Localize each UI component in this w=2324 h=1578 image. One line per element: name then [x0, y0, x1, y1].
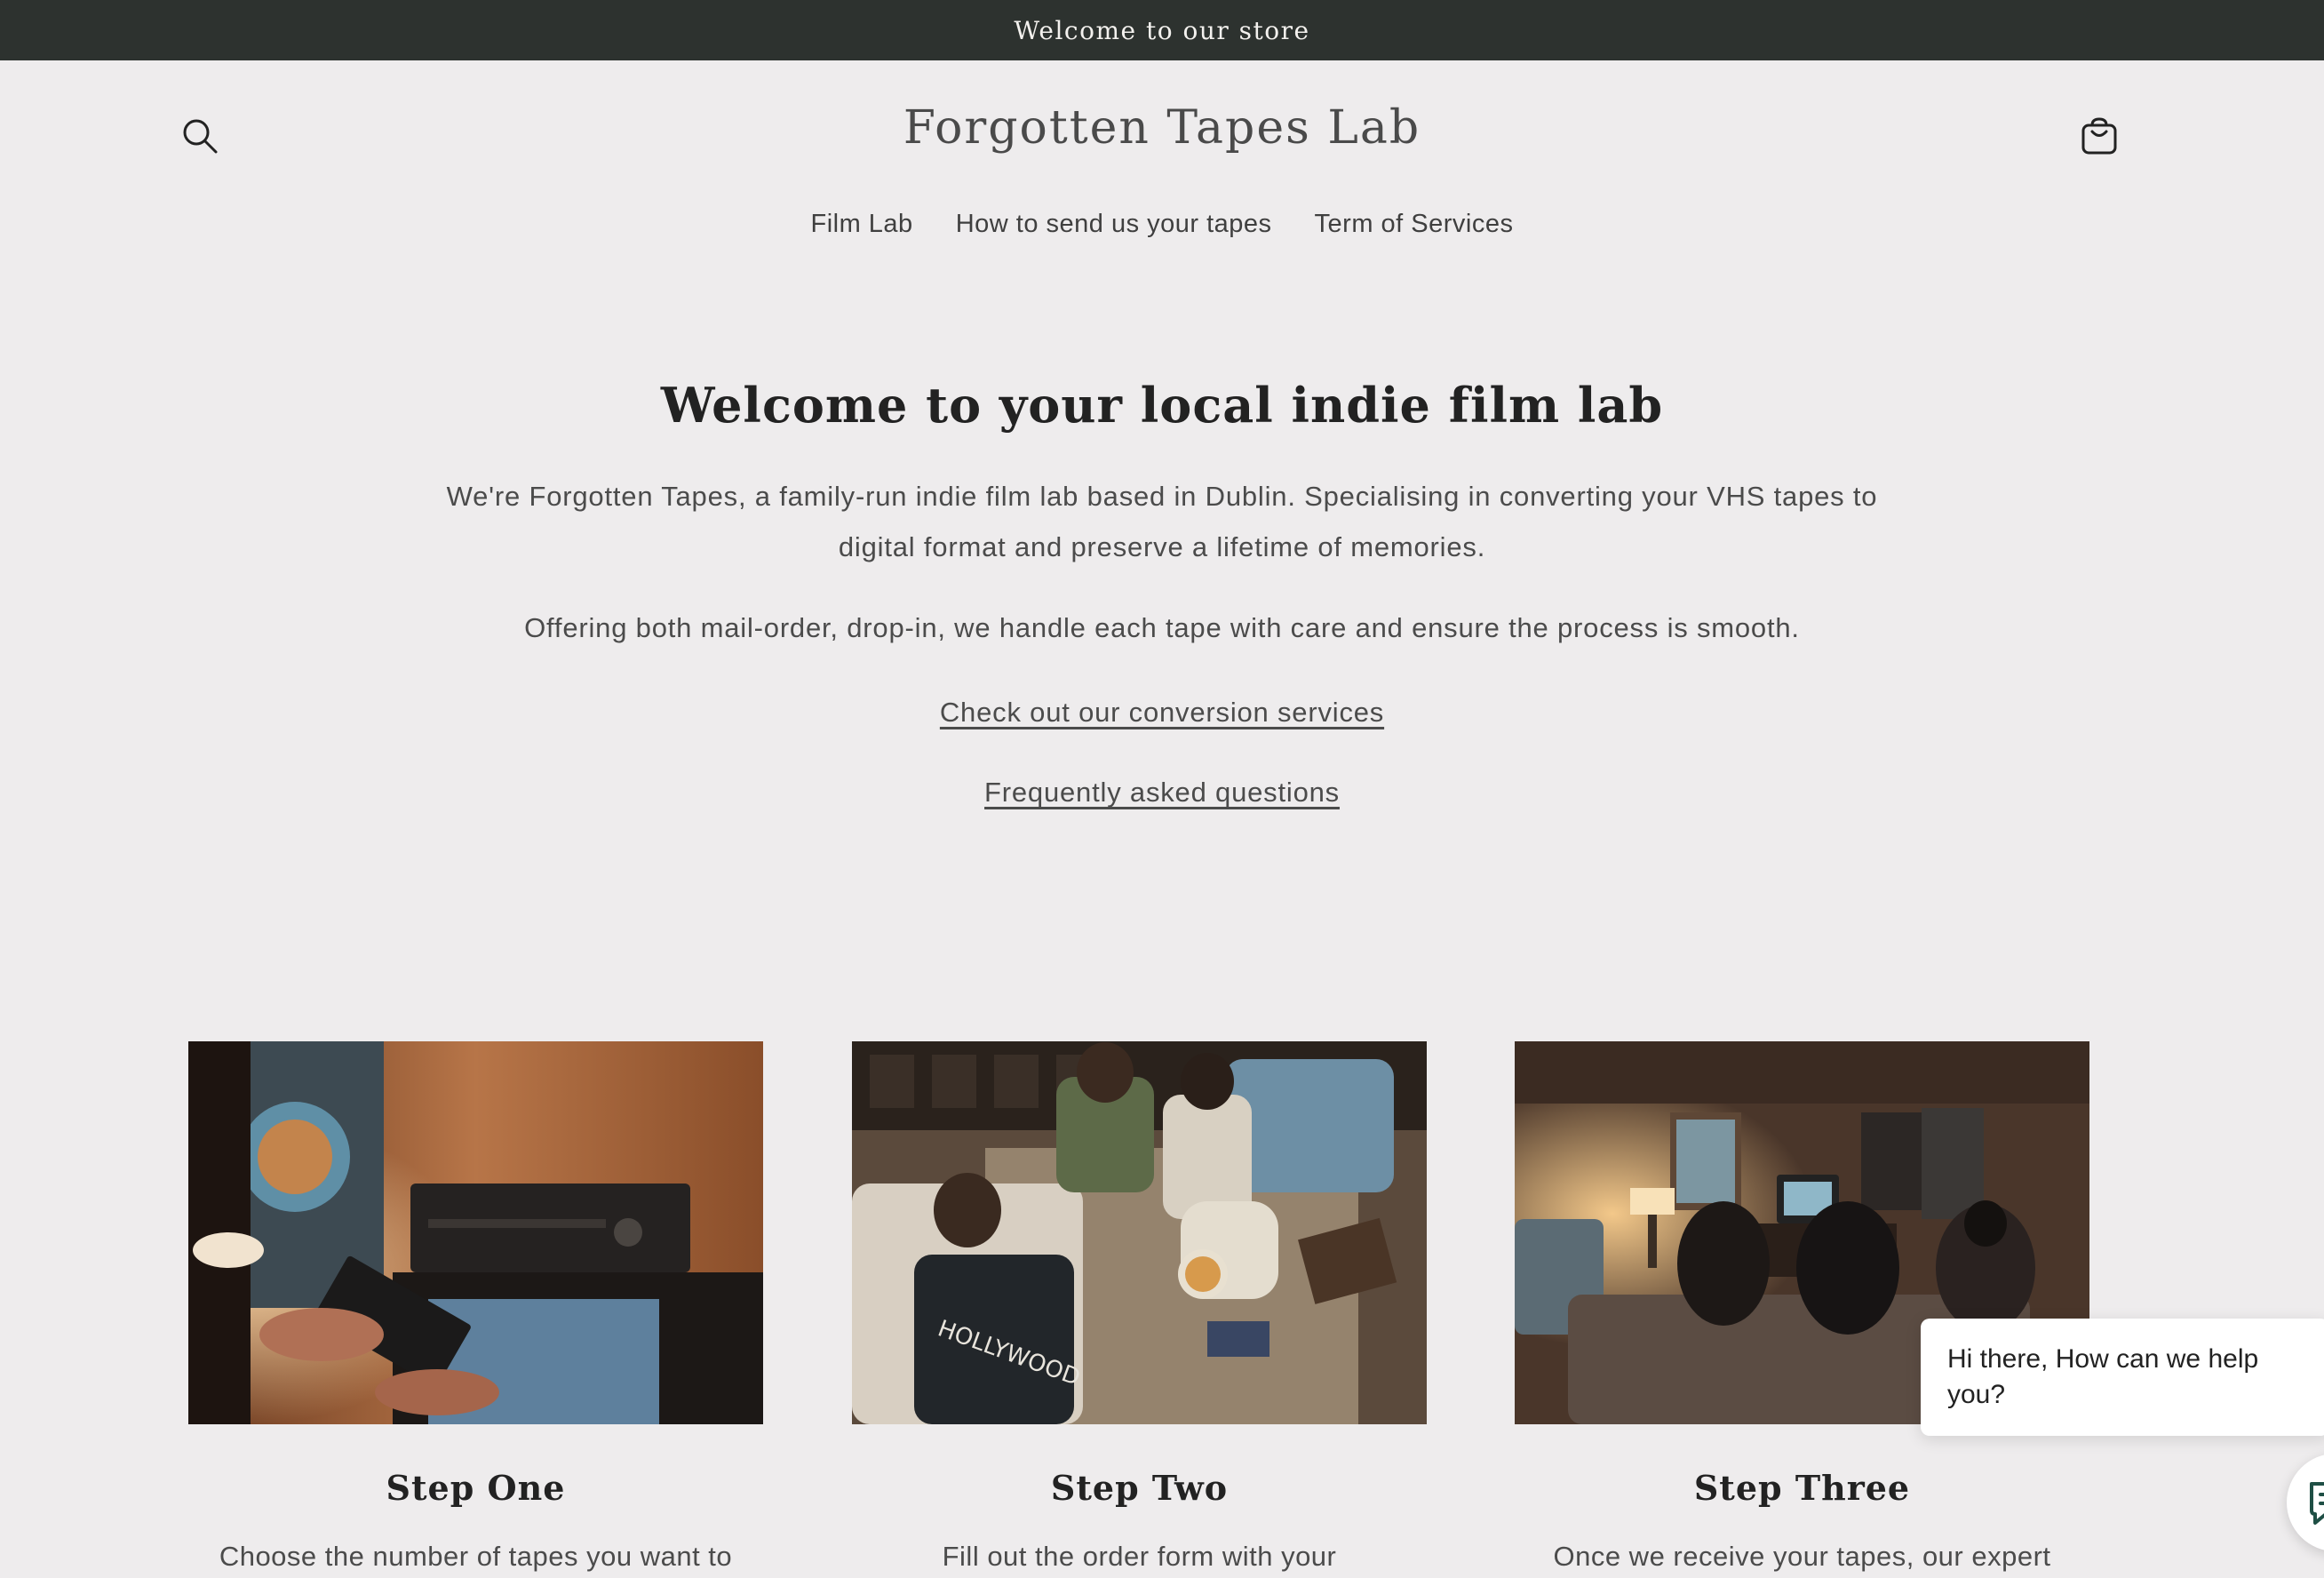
services-link-row: Check out our conversion services: [0, 697, 2324, 729]
cart-icon: [2081, 117, 2117, 155]
hero-paragraph-offering: Offering both mail-order, drop-in, we ha…: [524, 612, 1800, 643]
step-three-title: Step Three: [1693, 1468, 1911, 1508]
nav-item-terms[interactable]: Term of Services: [1315, 210, 1514, 239]
chat-greeting-bubble[interactable]: Hi there, How can we help you?: [1921, 1319, 2324, 1436]
step-three-text: Once we receive your tapes, our expert: [1553, 1541, 2051, 1572]
cart-button[interactable]: [2072, 108, 2127, 163]
chat-greeting-text: Hi there, How can we help you?: [1947, 1344, 2259, 1409]
step-two-image: HOLLYWOOD: [852, 1041, 1427, 1424]
nav-item-film-lab[interactable]: Film Lab: [810, 210, 912, 239]
chat-icon: [2310, 1482, 2324, 1525]
step-one-image: [188, 1041, 763, 1424]
step-one-title: Step One: [386, 1468, 566, 1508]
main-nav: Film Lab How to send us your tapes Term …: [0, 210, 2324, 239]
hero-paragraph-intro: We're Forgotten Tapes, a family-run indi…: [446, 481, 1878, 562]
conversion-services-link[interactable]: Check out our conversion services: [940, 697, 1384, 728]
nav-item-how-to-send[interactable]: How to send us your tapes: [956, 210, 1272, 239]
page: Welcome to our store Forgotten Tapes Lab…: [0, 0, 2324, 1578]
faq-link-row: Frequently asked questions: [0, 777, 2324, 809]
step-one-text: Choose the number of tapes you want to: [219, 1541, 733, 1572]
faq-link[interactable]: Frequently asked questions: [984, 777, 1340, 808]
announcement-text: Welcome to our store: [1014, 15, 1310, 45]
store-logo[interactable]: Forgotten Tapes Lab: [0, 101, 2324, 155]
step-two-text: Fill out the order form with your: [942, 1541, 1337, 1572]
hero-title: Welcome to your local indie film lab: [660, 377, 1664, 434]
chat-launcher-button[interactable]: [2287, 1454, 2324, 1551]
announcement-bar: Welcome to our store: [0, 0, 2324, 60]
step-two-title: Step Two: [1050, 1468, 1229, 1508]
